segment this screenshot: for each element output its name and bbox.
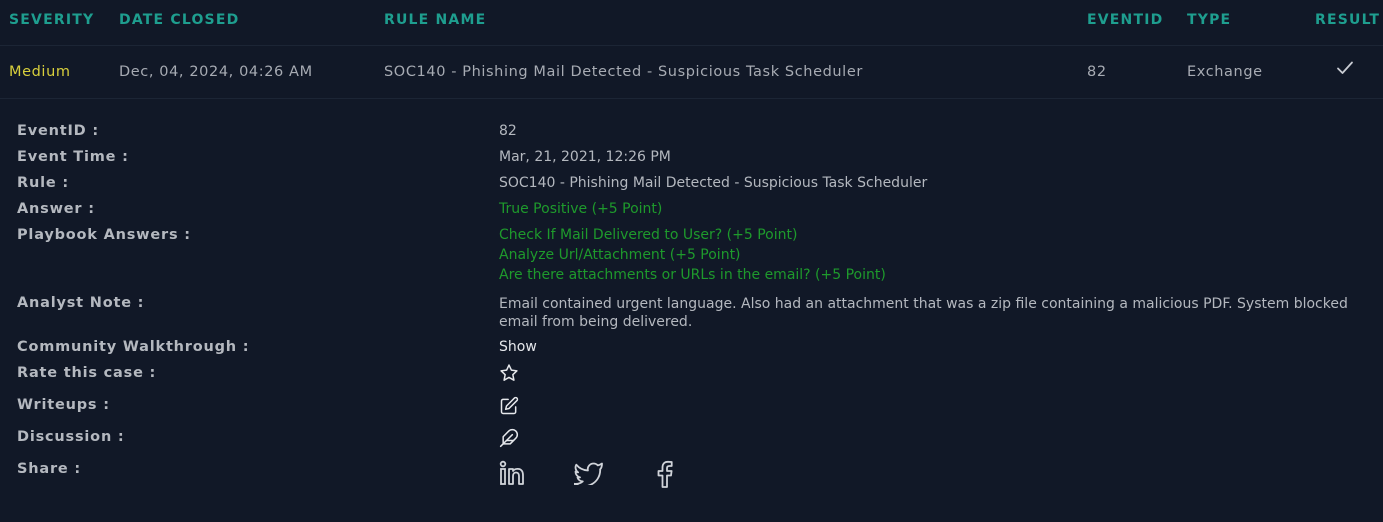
event-time-label: Event Time : <box>17 149 129 165</box>
rule-label: Rule : <box>17 175 69 191</box>
eventid-cell: 82 <box>1087 64 1107 80</box>
type-cell: Exchange <box>1187 64 1263 80</box>
playbook-answer-item: Analyze Url/Attachment (+5 Point) <box>499 247 741 263</box>
header-date-closed[interactable]: DATE CLOSED <box>119 12 239 28</box>
feather-icon[interactable] <box>499 428 519 452</box>
community-walkthrough-label: Community Walkthrough : <box>17 339 250 355</box>
discussion-label: Discussion : <box>17 429 125 445</box>
playbook-answer-item: Are there attachments or URLs in the ema… <box>499 267 886 283</box>
header-result[interactable]: RESULT <box>1315 12 1380 28</box>
answer-label: Answer : <box>17 201 95 217</box>
playbook-answers-label: Playbook Answers : <box>17 227 191 243</box>
rule-value: SOC140 - Phishing Mail Detected - Suspic… <box>499 175 928 191</box>
rule-name-cell: SOC140 - Phishing Mail Detected - Suspic… <box>384 64 863 80</box>
analyst-note-label: Analyst Note : <box>17 295 145 311</box>
star-icon[interactable] <box>499 363 519 387</box>
header-rule-name[interactable]: RULE NAME <box>384 12 486 28</box>
linkedin-icon[interactable] <box>499 460 527 490</box>
analyst-note-value: Email contained urgent language. Also ha… <box>499 296 1348 330</box>
check-icon <box>1336 60 1354 80</box>
rate-case-label: Rate this case : <box>17 365 157 381</box>
share-label: Share : <box>17 461 81 477</box>
answer-value: True Positive (+5 Point) <box>499 201 663 217</box>
show-walkthrough-link[interactable]: Show <box>499 339 537 355</box>
playbook-answer-item: Check If Mail Delivered to User? (+5 Poi… <box>499 227 798 243</box>
table-header: SEVERITY DATE CLOSED RULE NAME EVENTID T… <box>0 0 1383 46</box>
table-row[interactable]: Medium Dec, 04, 2024, 04:26 AM SOC140 - … <box>0 46 1383 99</box>
header-type[interactable]: TYPE <box>1187 12 1231 28</box>
eventid-value: 82 <box>499 123 517 139</box>
event-time-value: Mar, 21, 2021, 12:26 PM <box>499 149 671 165</box>
date-closed-cell: Dec, 04, 2024, 04:26 AM <box>119 64 313 80</box>
header-severity[interactable]: SEVERITY <box>9 12 94 28</box>
header-eventid[interactable]: EVENTID <box>1087 12 1163 28</box>
facebook-icon[interactable] <box>656 460 674 492</box>
twitter-icon[interactable] <box>573 461 604 489</box>
severity-cell: Medium <box>9 64 71 80</box>
eventid-label: EventID : <box>17 123 99 139</box>
edit-icon[interactable] <box>499 396 519 420</box>
writeups-label: Writeups : <box>17 397 110 413</box>
